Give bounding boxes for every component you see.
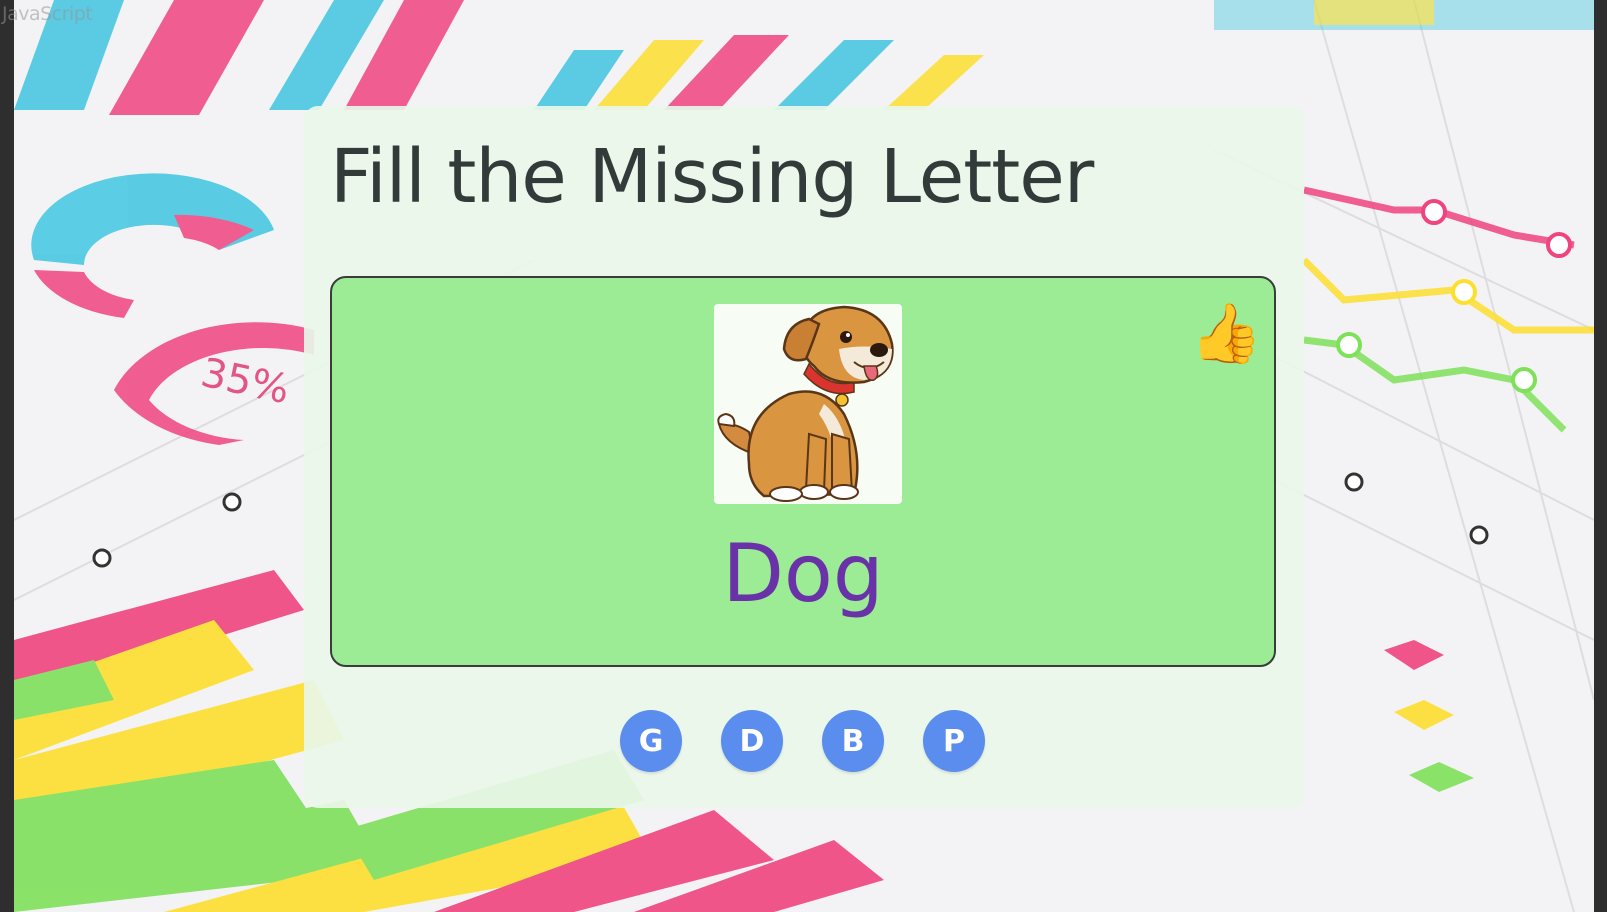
option-button-b[interactable]: B (822, 710, 884, 772)
option-button-p[interactable]: P (923, 710, 985, 772)
dog-icon (717, 305, 894, 502)
thumbs-up-icon: 👍 (1190, 299, 1263, 367)
word-panel: 👍 Dog (330, 276, 1276, 667)
letter-options: G D B P (620, 710, 985, 772)
svg-text:35%: 35% (197, 350, 294, 413)
option-button-g[interactable]: G (620, 710, 682, 772)
page-title: Fill the Missing Letter (330, 134, 1094, 220)
dog-picture (714, 304, 902, 504)
option-button-d[interactable]: D (721, 710, 783, 772)
game-card: Fill the Missing Letter 👍 Dog G D B P (304, 106, 1304, 808)
javascript-label: JavaScript (2, 3, 93, 25)
word-label: Dog (722, 527, 884, 620)
